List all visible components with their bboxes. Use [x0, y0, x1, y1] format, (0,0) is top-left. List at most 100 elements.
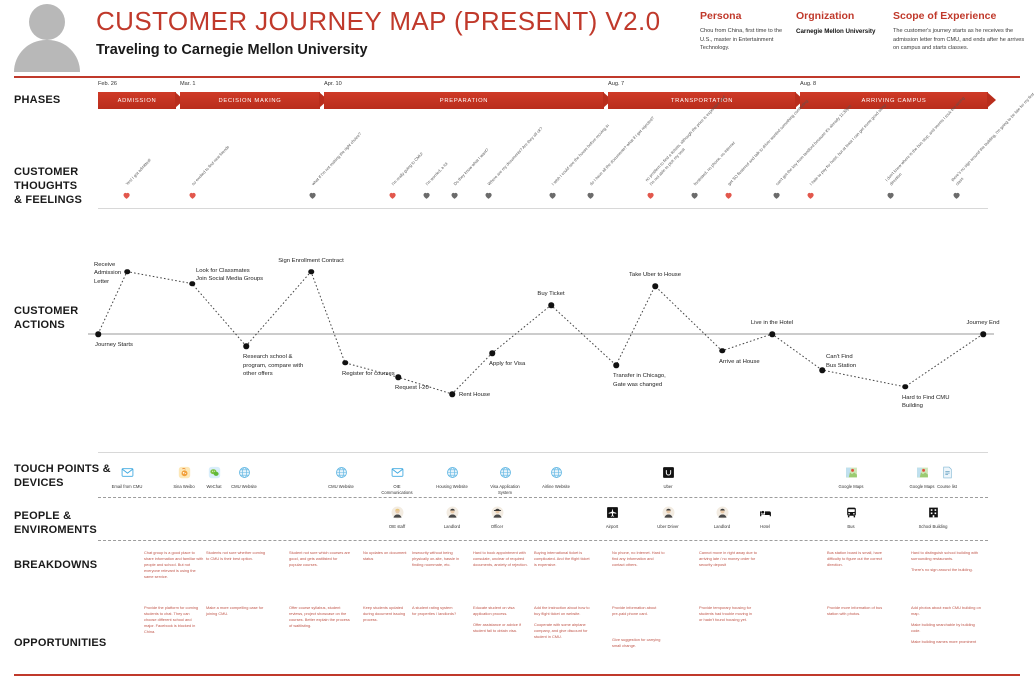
heart-icon	[690, 187, 699, 199]
breakdown-column: Hard to distinguish school building with…	[911, 550, 983, 578]
action-point[interactable]	[613, 362, 619, 368]
action-point[interactable]	[902, 384, 908, 390]
people-item[interactable]: Officer	[468, 504, 526, 530]
scope-text: The customer's journey starts as he rece…	[893, 28, 1025, 52]
action-label: Live in the Hotel	[750, 320, 794, 326]
building-icon	[927, 504, 940, 521]
globe-icon	[238, 464, 251, 481]
people-label: Airport	[605, 524, 619, 529]
footer-divider	[14, 674, 1020, 676]
breakdown-column: Students not sure whether coming to CMU …	[206, 550, 266, 567]
opportunity-column: Give suggestion for carrying small chang…	[612, 637, 664, 654]
phase-admission[interactable]: ADMISSION	[98, 92, 184, 109]
opportunity-column: Make a more compelling case for joining …	[206, 605, 270, 622]
touchpoint-label: CMU Website	[328, 484, 354, 489]
people-item[interactable]: School Building	[904, 504, 962, 530]
breakdown-text: Chat group is a good place to share info…	[144, 550, 204, 580]
action-label: Can't Find Bus Station	[826, 354, 857, 369]
heart-icon	[772, 187, 781, 199]
thoughts-divider	[98, 208, 988, 209]
heart-icon	[724, 187, 733, 199]
touchpoint-item[interactable]: Visa Application System	[476, 464, 534, 495]
action-point[interactable]	[769, 331, 775, 337]
action-label: Journey Starts	[95, 342, 133, 348]
touchpoint-item[interactable]: Housing Website	[423, 464, 481, 490]
bus-icon	[845, 504, 858, 521]
people-row: OIE staff Landlord Officer Airport Uber Driv…	[0, 504, 1034, 538]
people-item[interactable]: Airport	[583, 504, 641, 530]
opportunity-column: Keep students updated during document is…	[363, 605, 407, 628]
opportunity-column: Provide temporary housing for students h…	[699, 605, 755, 628]
person-icon	[716, 504, 729, 521]
touchpoint-label: Uber	[663, 484, 673, 489]
breakdown-text: Students not sure whether coming to CMU …	[206, 550, 266, 562]
avatar-body-icon	[14, 40, 80, 72]
touchpoint-item[interactable]: Airline Website	[527, 464, 585, 490]
action-point[interactable]	[124, 268, 130, 275]
page-header: CUSTOMER JOURNEY MAP (PRESENT) V2.0 Trav…	[0, 0, 1034, 78]
heart-icon	[806, 187, 815, 199]
thoughts-row: Yes! I got admitted! so excited to find n…	[0, 91, 1034, 210]
phase-date-2: Apr. 10	[324, 81, 342, 87]
people-item[interactable]: Uber Driver	[639, 504, 697, 530]
opportunity-column: Offer course syllabus, student reviews, …	[289, 605, 353, 634]
action-point[interactable]	[819, 367, 825, 373]
action-point[interactable]	[652, 283, 658, 289]
action-point[interactable]	[980, 331, 986, 337]
action-label: Look for Classmates Join Social Media Gr…	[196, 267, 264, 283]
breakdown-column: Insecurity without being physically on-s…	[412, 550, 470, 573]
touchpoints-divider	[98, 497, 988, 498]
touchpoint-item[interactable]: Google Maps	[822, 464, 880, 490]
opportunities-row: Provide the platform for coming students…	[0, 605, 1034, 675]
scope-block: Scope of Experience The customer's journ…	[893, 10, 1025, 53]
touchpoint-label: CMU Website	[231, 484, 257, 489]
action-label: Rent House	[459, 392, 491, 398]
touchpoint-item[interactable]: CMU Website	[215, 464, 273, 490]
touchpoint-item[interactable]: OIE Communications	[368, 464, 426, 495]
person-blonde-icon	[391, 504, 404, 521]
action-point[interactable]	[342, 360, 348, 366]
people-item[interactable]: OIE staff	[368, 504, 426, 530]
people-item[interactable]: Hotel	[736, 504, 794, 530]
action-point[interactable]	[308, 268, 314, 275]
opportunity-text: Make a more compelling case for joining …	[206, 605, 264, 617]
heart-icon	[122, 187, 131, 199]
action-point[interactable]	[189, 280, 195, 287]
page-title: CUSTOMER JOURNEY MAP (PRESENT) V2.0	[96, 6, 661, 36]
breakdown-text: No phone, no Internet. Hard to find any …	[612, 550, 665, 568]
breakdown-text: Hard to book appointment with consulate,…	[473, 550, 528, 568]
touchpoint-item[interactable]: CMU Website	[312, 464, 370, 490]
document-icon	[941, 464, 954, 481]
globe-icon	[550, 464, 563, 481]
heart-icon	[484, 187, 493, 199]
action-point[interactable]	[548, 302, 554, 308]
globe-icon	[335, 464, 348, 481]
persona-block: Persona Chou from China, first time to t…	[700, 10, 792, 53]
breakdown-column: No phone, no Internet. Hard to find any …	[612, 550, 667, 573]
action-point[interactable]	[719, 348, 725, 354]
globe-icon	[499, 464, 512, 481]
touchpoint-item[interactable]: Course list	[918, 464, 976, 490]
action-point[interactable]	[95, 331, 101, 337]
phase-date-1: Mar. 1	[180, 81, 196, 87]
heart-icon	[308, 187, 317, 199]
people-item[interactable]: Bus	[822, 504, 880, 530]
action-point[interactable]	[489, 350, 495, 356]
person-icon	[446, 504, 459, 521]
breakdown-column: Buying international ticket is complicat…	[534, 550, 592, 573]
breakdown-column: Cannot move in right away due to arrivin…	[699, 550, 757, 573]
action-label: Buy Ticket	[537, 291, 565, 298]
heart-icon	[450, 187, 459, 199]
action-point[interactable]	[243, 343, 249, 349]
opportunity-column: Provide more information of bus station …	[827, 605, 891, 622]
action-point[interactable]	[449, 391, 455, 397]
touchpoint-item[interactable]: Uber	[639, 464, 697, 490]
opportunity-text: Make building searchable by building cod…	[911, 622, 975, 634]
touchpoint-label: Google Maps	[838, 484, 864, 489]
touchpoint-item[interactable]: Email from CMU	[98, 464, 156, 490]
journey-map-canvas: CUSTOMER JOURNEY MAP (PRESENT) V2.0 Trav…	[0, 0, 1034, 678]
action-point[interactable]	[395, 374, 401, 380]
breakdown-column: Student not sure which courses are good,…	[289, 550, 351, 573]
opportunity-text: Add the instruction about how to buy fli…	[534, 605, 590, 617]
opportunity-text: Provide the platform for coming students…	[144, 605, 199, 635]
